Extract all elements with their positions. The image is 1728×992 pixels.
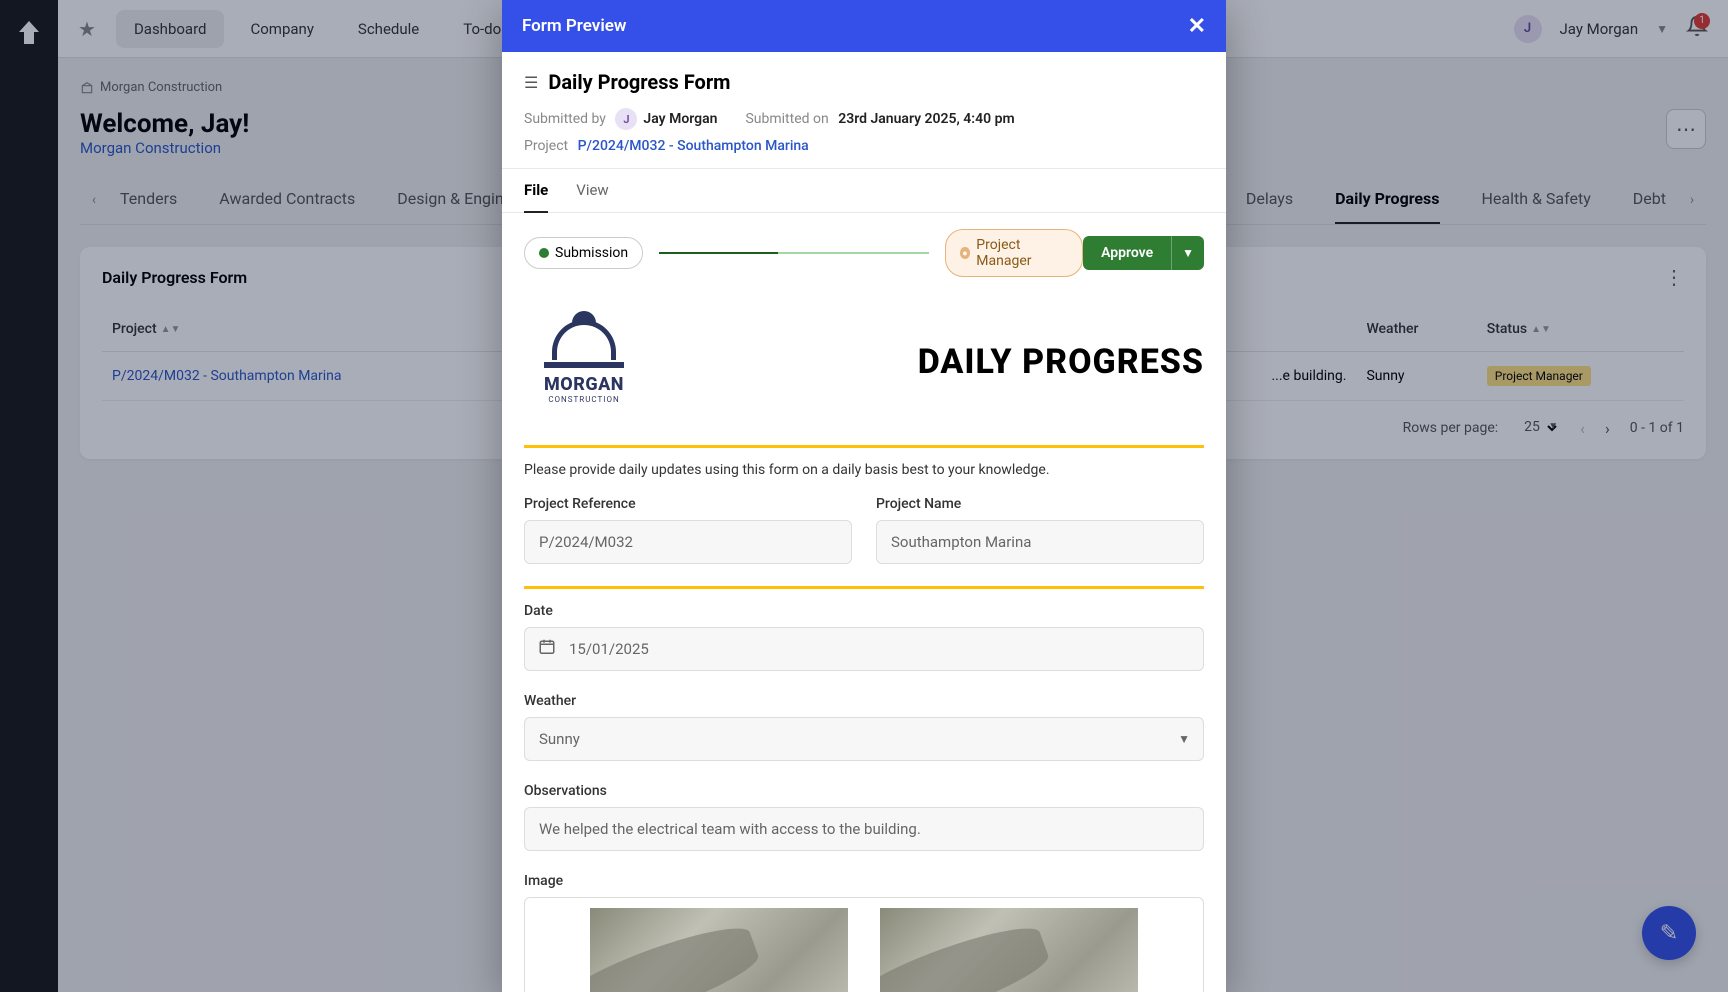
image-thumbnail[interactable] <box>880 908 1138 992</box>
submitted-on-value: 23rd January 2025, 4:40 pm <box>838 111 1014 127</box>
stage-pm-chip: ● Project Manager <box>945 229 1083 277</box>
instructions-text: Please provide daily updates using this … <box>524 462 1204 478</box>
image-label: Image <box>524 873 1204 889</box>
divider <box>524 445 1204 448</box>
modal-header: ☰ Daily Progress Form Submitted by J Jay… <box>502 52 1226 169</box>
submitted-on-label: Submitted on <box>745 111 828 127</box>
form-preview-modal: Form Preview ✕ ☰ Daily Progress Form Sub… <box>502 0 1226 992</box>
modal-subtabs: File View <box>502 169 1226 213</box>
weather-select[interactable] <box>524 717 1204 761</box>
image-row <box>524 897 1204 992</box>
stage-bar: Submission ● Project Manager Approve ▼ <box>502 213 1226 293</box>
modal-title: Form Preview <box>522 16 626 36</box>
check-circle-icon <box>539 248 549 258</box>
calendar-icon <box>538 638 556 661</box>
modal-body: MORGAN CONSTRUCTION DAILY PROGRESS Pleas… <box>502 293 1226 992</box>
submitted-by-label: Submitted by <box>524 111 606 127</box>
avatar: J <box>615 108 637 130</box>
project-name-field[interactable] <box>876 520 1204 564</box>
image-thumbnail[interactable] <box>590 908 848 992</box>
close-icon[interactable]: ✕ <box>1188 14 1206 39</box>
subtab-file[interactable]: File <box>524 169 548 213</box>
project-ref-label: Project Reference <box>524 496 852 512</box>
approve-button[interactable]: Approve <box>1083 236 1171 270</box>
modal-titlebar: Form Preview ✕ <box>502 0 1226 52</box>
project-name-label: Project Name <box>876 496 1204 512</box>
project-link[interactable]: P/2024/M032 - Southampton Marina <box>578 138 809 154</box>
stage-submission-chip: Submission <box>524 237 643 269</box>
approve-dropdown-button[interactable]: ▼ <box>1171 236 1204 270</box>
chevron-down-icon: ▼ <box>1182 246 1194 260</box>
submitted-by-name: Jay Morgan <box>643 111 717 127</box>
daily-progress-heading: DAILY PROGRESS <box>918 342 1204 382</box>
hamburger-icon[interactable]: ☰ <box>524 73 538 92</box>
observations-label: Observations <box>524 783 1204 799</box>
form-title: Daily Progress Form <box>548 70 730 94</box>
date-label: Date <box>524 603 1204 619</box>
project-label: Project <box>524 138 568 154</box>
chevron-down-icon: ▼ <box>1178 732 1190 746</box>
project-ref-field[interactable] <box>524 520 852 564</box>
date-field[interactable] <box>524 627 1204 671</box>
observations-field[interactable] <box>524 807 1204 851</box>
user-icon: ● <box>960 247 971 259</box>
weather-label: Weather <box>524 693 1204 709</box>
divider <box>524 586 1204 589</box>
morgan-logo: MORGAN CONSTRUCTION <box>524 309 644 415</box>
subtab-view[interactable]: View <box>576 169 608 212</box>
stage-progress-line <box>659 252 928 254</box>
